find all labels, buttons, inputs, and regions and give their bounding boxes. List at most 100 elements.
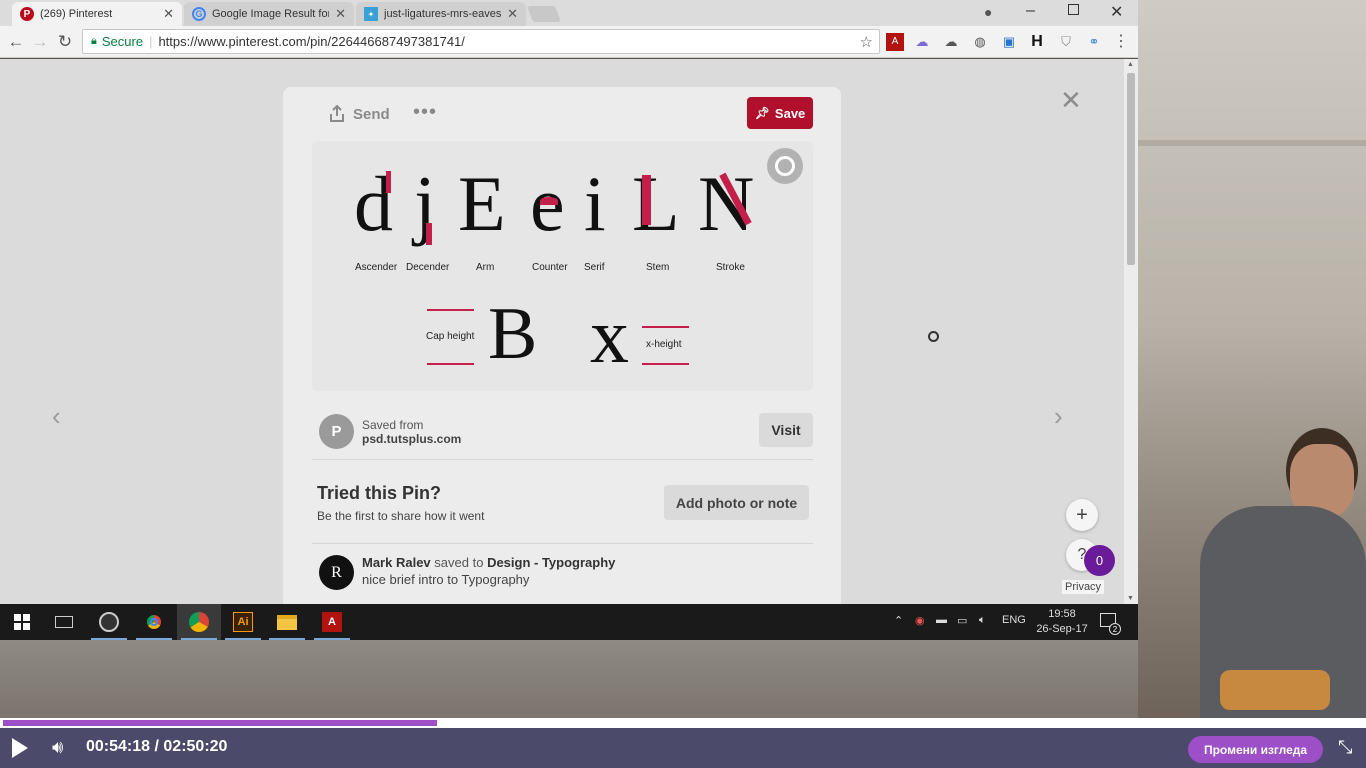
volume-icon[interactable]: 🔈︎ [979,614,986,627]
visual-search-icon[interactable] [767,148,803,184]
battery-icon[interactable]: ▬ [936,614,947,626]
comment-text: nice brief intro to Typography [362,572,530,587]
page-scrollbar[interactable]: ▲ ▼ [1124,59,1138,604]
tab-google-image[interactable]: G Google Image Result for ✕ [184,2,354,26]
h-extension-icon[interactable]: H [1028,33,1046,51]
network-icon[interactable]: ▭ [957,614,967,627]
zoom-out-cursor-icon [928,331,939,342]
glyph-j: j [414,160,436,247]
label-counter: Counter [532,262,568,273]
scroll-down-arrow-icon[interactable]: ▼ [1127,595,1134,602]
video-progress-bar[interactable] [0,718,1366,728]
glyph-x: x [590,292,629,379]
reload-icon[interactable]: ↻ [55,32,75,52]
cloud-extension-icon[interactable]: ☁ [913,33,931,51]
send-button[interactable]: Send [329,105,390,123]
image-file-icon: ✦ [364,7,378,21]
tried-title: Tried this Pin? [317,483,442,503]
chrome-active-icon[interactable] [177,604,221,640]
pinterest-icon: P [20,7,34,21]
tray-expand-icon[interactable]: ⌃ [894,614,903,627]
webcam-wall-line [1138,140,1366,146]
save-button[interactable]: 📌︎ Save [747,97,813,129]
url-separator: | [149,34,153,49]
link-extension-icon[interactable]: ⚭ [1085,33,1103,51]
chrome-icon[interactable] [132,604,176,640]
board-name[interactable]: Design - Typography [487,555,615,570]
add-photo-button[interactable]: Add photo or note [664,485,809,520]
descender-highlight [426,223,432,245]
new-tab-button[interactable] [527,6,561,22]
badge-extension-icon[interactable]: ▣ [1000,33,1018,51]
shield-extension-icon[interactable]: ⛉ [1057,33,1075,51]
back-arrow-icon[interactable]: ← [6,32,26,52]
presentation-desk-area [0,640,1138,720]
source-avatar: P [319,414,354,449]
pin-card: Send ••• 📌︎ Save d j E e i L N Ascender [283,87,841,604]
close-tab-icon[interactable]: ✕ [335,6,346,22]
cap-height-top-line [427,309,474,311]
tray-app-icon[interactable]: ◉ [915,614,925,627]
minimize-button[interactable]: – [1026,2,1035,20]
tab-label: Google Image Result for [212,8,330,20]
clock[interactable]: 19:58 26-Sep-17 [1034,607,1090,637]
obs-icon[interactable] [87,604,131,640]
close-tab-icon[interactable]: ✕ [507,6,518,22]
language-indicator[interactable]: ENG [1002,614,1026,626]
glyph-L: L [632,160,680,247]
lock-icon: 🔒︎ [91,35,97,47]
change-view-button[interactable]: Промени изгледа [1188,736,1323,763]
tab-image-file[interactable]: ✦ just-ligatures-mrs-eaves ✕ [356,2,526,26]
cloud-download-icon[interactable]: ☁ [942,33,960,51]
forward-arrow-icon[interactable]: → [30,32,50,52]
more-options-icon[interactable]: ••• [413,101,437,124]
bookmark-star-icon[interactable]: ☆ [860,33,873,51]
acrobat-icon[interactable]: A [310,604,354,640]
running-indicator [269,638,305,640]
notification-badge[interactable]: 0 [1084,545,1115,576]
exit-fullscreen-icon[interactable]: ⤡ [1338,737,1352,758]
tried-subtitle: Be the first to share how it went [317,509,485,523]
windows-start-icon[interactable] [0,604,44,640]
close-tab-icon[interactable]: ✕ [163,6,174,22]
url-field[interactable]: 🔒︎ Secure | https://www.pinterest.com/pi… [82,29,880,54]
profile-icon[interactable]: ● [984,4,992,20]
globe-extension-icon[interactable]: ◍ [971,33,989,51]
play-icon[interactable] [12,738,28,758]
visit-button[interactable]: Visit [759,413,813,447]
section-divider [312,459,813,460]
scrollbar-thumb[interactable] [1127,73,1135,265]
restore-button[interactable] [1068,4,1079,15]
task-view-icon[interactable] [42,604,86,640]
close-overlay-icon[interactable]: ✕ [1060,87,1082,113]
privacy-link[interactable]: Privacy [1062,580,1105,594]
commenter-name[interactable]: Mark Ralev [362,555,431,570]
previous-pin-arrow-icon[interactable]: ‹ [52,403,61,429]
file-explorer-icon[interactable] [265,604,309,640]
saved-from-section[interactable]: P Saved from psd.tutsplus.com [319,414,461,449]
running-indicator [181,638,217,640]
tab-pinterest[interactable]: P (269) Pinterest ✕ [12,2,182,26]
glyph-i: i [584,160,606,247]
next-pin-arrow-icon[interactable]: › [1054,403,1063,429]
acrobat-extension-icon[interactable]: A [886,33,904,51]
illustrator-icon[interactable]: Ai [221,604,265,640]
stem-highlight [642,175,651,225]
menu-kebab-icon[interactable]: ⋮ [1112,33,1130,51]
save-label: Save [774,105,806,121]
close-window-button[interactable]: ✕ [1110,2,1123,22]
clock-date: 26-Sep-17 [1036,623,1088,635]
commenter-avatar[interactable]: R [319,555,354,590]
google-icon: G [192,7,206,21]
label-ascender: Ascender [355,262,398,273]
add-button[interactable]: + [1066,499,1098,531]
running-indicator [91,638,127,640]
pushpin-icon: 📌︎ [754,106,770,120]
pin-image[interactable]: d j E e i L N Ascender Decender Arm Coun… [312,141,813,391]
tab-label: (269) Pinterest [40,8,113,20]
source-domain[interactable]: psd.tutsplus.com [362,432,461,446]
volume-icon[interactable]: 🔊︎ [52,737,63,758]
x-height-top-line [642,326,689,328]
glyph-E: E [458,160,506,247]
scroll-up-arrow-icon[interactable]: ▲ [1127,61,1134,68]
